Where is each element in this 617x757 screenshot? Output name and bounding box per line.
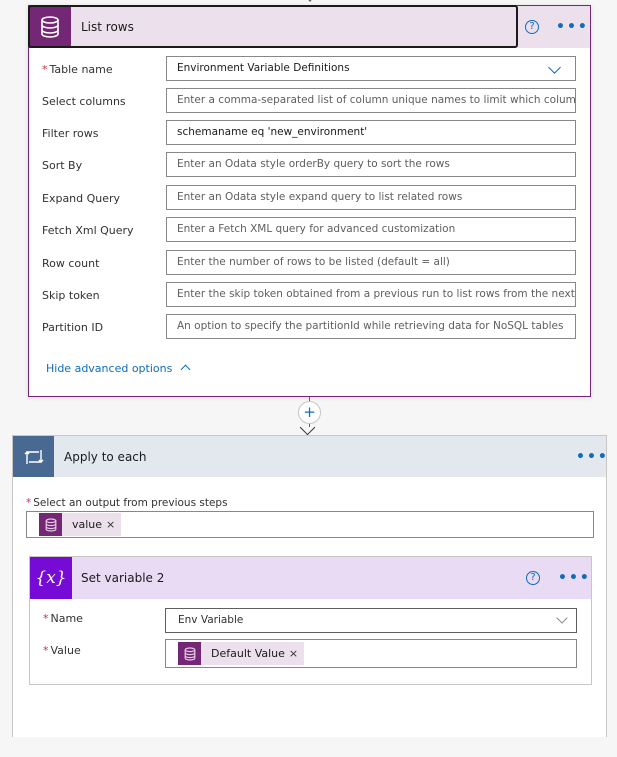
connector-arrow-top	[305, 0, 315, 2]
filter-rows-input[interactable]: schemaname eq 'new_environment'	[166, 120, 576, 145]
list-rows-card: List rows ? ••• * Table name Environment V…	[28, 5, 591, 397]
select-output-label-text: Select an output from previous steps	[33, 497, 228, 509]
field-placeholder: Enter an Odata style expand query to lis…	[177, 191, 463, 203]
required-mark: *	[43, 612, 49, 625]
more-options-icon[interactable]: •••	[576, 450, 609, 464]
name-label: * Name	[43, 612, 83, 625]
value-label: * Value	[43, 644, 81, 657]
field-placeholder: Enter a Fetch XML query for advanced cus…	[177, 223, 456, 235]
default-value-token[interactable]: Default Value ×	[178, 642, 305, 665]
value-input[interactable]: Default Value ×	[165, 639, 577, 668]
set-variable-title: Set variable 2	[81, 571, 165, 585]
remove-token-icon[interactable]: ×	[289, 642, 304, 665]
value-label-text: Value	[50, 644, 81, 657]
required-mark: *	[42, 63, 48, 76]
field-value: schemaname eq 'new_environment'	[177, 126, 368, 138]
field-label-text: Table name	[49, 63, 113, 76]
partition-id-input[interactable]: An option to specify the partitionId whi…	[166, 314, 576, 339]
hide-advanced-label: Hide advanced options	[46, 362, 173, 375]
database-icon	[178, 642, 201, 665]
more-options-icon[interactable]: •••	[558, 571, 591, 585]
list-rows-title: List rows	[81, 20, 134, 34]
set-variable-card: {x} Set variable 2 ? ••• * Name Env Varia…	[29, 556, 592, 685]
field-label: Filter rows	[42, 127, 98, 140]
insert-step-button[interactable]: +	[298, 401, 321, 424]
field-label: * Table name	[42, 63, 113, 76]
field-label-text: Fetch Xml Query	[42, 224, 134, 237]
field-label: Row count	[42, 257, 99, 270]
set-variable-header[interactable]: {x} Set variable 2 ? •••	[30, 557, 591, 599]
token-label: value	[72, 518, 103, 531]
field-label-text: Row count	[42, 257, 100, 270]
field-label-text: Skip token	[42, 289, 100, 302]
token-label: Default Value	[211, 647, 285, 660]
apply-to-each-header[interactable]: Apply to each •••	[13, 436, 609, 477]
expand-query-input[interactable]: Enter an Odata style expand query to lis…	[166, 185, 576, 210]
loop-icon	[13, 436, 54, 477]
name-dropdown[interactable]: Env Variable	[165, 608, 577, 633]
field-placeholder: Enter an Odata style orderBy query to so…	[177, 158, 450, 170]
help-icon[interactable]: ?	[526, 571, 540, 585]
name-value: Env Variable	[178, 614, 244, 626]
field-label-text: Partition ID	[42, 321, 104, 334]
fetch-xml-query-input[interactable]: Enter a Fetch XML query for advanced cus…	[166, 217, 576, 242]
chevron-down-icon	[556, 612, 568, 624]
field-placeholder: Enter the skip token obtained from a pre…	[177, 288, 576, 300]
field-label: Fetch Xml Query	[42, 224, 134, 237]
required-mark: *	[26, 497, 32, 509]
field-label-text: Filter rows	[42, 127, 99, 140]
field-label: Expand Query	[42, 192, 120, 205]
row-count-input[interactable]: Enter the number of rows to be listed (d…	[166, 250, 576, 275]
list-rows-header[interactable]: List rows ? •••	[29, 6, 590, 48]
chevron-up-icon	[180, 364, 191, 375]
field-label-text: Sort By	[42, 159, 83, 172]
value-token[interactable]: value ×	[39, 513, 122, 536]
table-name-dropdown[interactable]: Environment Variable Definitions	[166, 56, 576, 81]
field-label-text: Select columns	[42, 95, 126, 108]
select-output-label: * Select an output from previous steps	[26, 497, 228, 509]
remove-token-icon[interactable]: ×	[106, 518, 121, 531]
database-icon	[39, 513, 62, 536]
hide-advanced-options-link[interactable]: Hide advanced options	[46, 362, 191, 375]
field-label: Select columns	[42, 95, 126, 108]
chevron-down-icon	[548, 61, 561, 74]
variable-icon: {x}	[30, 557, 72, 599]
name-label-text: Name	[50, 612, 83, 625]
sort-by-input[interactable]: Enter an Odata style orderBy query to so…	[166, 152, 576, 177]
skip-token-input[interactable]: Enter the skip token obtained from a pre…	[166, 282, 576, 307]
more-options-icon[interactable]: •••	[556, 20, 589, 34]
select-output-input[interactable]: value ×	[26, 511, 594, 538]
field-label: Partition ID	[42, 321, 103, 334]
field-placeholder: Enter the number of rows to be listed (d…	[177, 256, 450, 268]
apply-to-each-title: Apply to each	[64, 450, 147, 464]
field-label: Sort By	[42, 159, 82, 172]
field-label: Skip token	[42, 289, 100, 302]
select-columns-input[interactable]: Enter a comma-separated list of column u…	[166, 88, 576, 113]
help-icon[interactable]: ?	[525, 20, 539, 34]
database-icon	[29, 6, 71, 48]
field-placeholder: An option to specify the partitionId whi…	[177, 320, 564, 332]
apply-to-each-card: Apply to each ••• * Select an output from…	[12, 435, 607, 737]
field-value: Environment Variable Definitions	[177, 62, 350, 74]
field-label-text: Expand Query	[42, 192, 121, 205]
required-mark: *	[43, 644, 49, 657]
field-placeholder: Enter a comma-separated list of column u…	[177, 94, 576, 106]
